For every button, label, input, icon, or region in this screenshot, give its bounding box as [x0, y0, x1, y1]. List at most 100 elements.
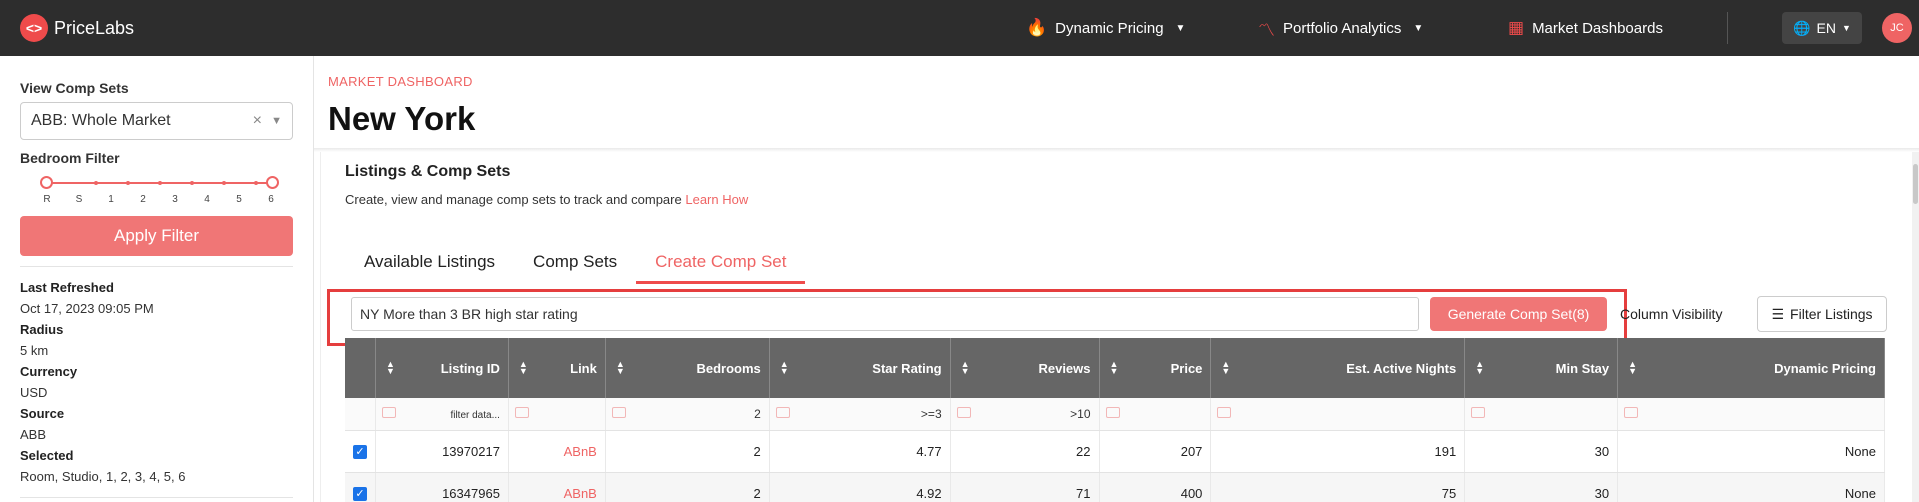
- logo-icon: <>: [20, 14, 48, 42]
- comp-set-select[interactable]: ABB: Whole Market × ▼: [20, 102, 293, 140]
- sort-icon[interactable]: ▲ ▼: [1221, 360, 1230, 376]
- nav-dynamic-pricing[interactable]: 🔥 Dynamic Pricing ▼: [1026, 0, 1185, 56]
- listing-link[interactable]: ABnB: [508, 430, 606, 473]
- slider-tick: 5: [236, 194, 242, 205]
- filter-cell[interactable]: >10: [950, 398, 1100, 431]
- globe-icon: 🌐: [1793, 19, 1811, 36]
- panel-title: Listings & Comp Sets: [345, 163, 511, 180]
- col-header-select: [345, 338, 376, 398]
- info-value: USD: [20, 385, 48, 400]
- slider-tick: R: [43, 194, 51, 205]
- nav-portfolio-analytics-label: Portfolio Analytics: [1283, 19, 1402, 37]
- chevron-down-icon[interactable]: ▼: [271, 115, 282, 127]
- nav-market-dashboards-label: Market Dashboards: [1532, 19, 1663, 37]
- table-cell: 13970217: [375, 430, 509, 473]
- filter-operator-icon[interactable]: [956, 407, 971, 418]
- slider-min-handle[interactable]: [40, 176, 53, 189]
- generate-comp-set-button[interactable]: Generate Comp Set(8): [1430, 297, 1607, 331]
- language-selector[interactable]: 🌐 EN ▼: [1782, 12, 1862, 44]
- nav-divider: [1727, 12, 1728, 44]
- filter-operator-icon[interactable]: [382, 407, 396, 418]
- filter-operator-icon[interactable]: [1105, 407, 1120, 418]
- filter-cell[interactable]: 2: [605, 398, 770, 431]
- sort-icon[interactable]: ▲ ▼: [616, 360, 625, 376]
- slider-step: [222, 181, 226, 185]
- col-header[interactable]: ▲ ▼ Est. Active Nights: [1210, 338, 1466, 398]
- slider-tick: 2: [140, 194, 146, 205]
- sort-icon[interactable]: ▲ ▼: [519, 360, 528, 376]
- col-header[interactable]: ▲ ▼ Link: [508, 338, 606, 398]
- table-row[interactable]: ✓ 13970217 ABnB 2 4.77 22 207 191 30 Non…: [345, 430, 1885, 473]
- col-header[interactable]: ▲ ▼ Bedrooms: [605, 338, 770, 398]
- table-header-row: ▲ ▼ Listing ID ▲ ▼ Link ▲ ▼ Bedrooms ▲ ▼ Star Ra…: [345, 338, 1885, 398]
- table-cell: 2: [605, 472, 770, 502]
- filter-cell[interactable]: [1099, 398, 1212, 431]
- table-cell: 4.92: [769, 472, 951, 502]
- table-cell: 16347965: [375, 472, 509, 502]
- col-header[interactable]: ▲ ▼ Dynamic Pricing: [1617, 338, 1885, 398]
- sort-icon[interactable]: ▲ ▼: [1110, 360, 1119, 376]
- col-header[interactable]: ▲ ▼ Price: [1099, 338, 1212, 398]
- tab-comp-sets[interactable]: Comp Sets: [514, 242, 636, 282]
- filter-cell[interactable]: >=3: [769, 398, 951, 431]
- sort-icon[interactable]: ▲ ▼: [1628, 360, 1637, 376]
- listing-link[interactable]: ABnB: [508, 472, 606, 502]
- top-navbar: <> PriceLabs 🔥 Dynamic Pricing ▼ 〽 Portf…: [0, 0, 1919, 56]
- filter-operator-icon[interactable]: [1624, 407, 1639, 418]
- filter-operator-icon[interactable]: [611, 407, 626, 418]
- caret-down-icon: ▼: [1413, 22, 1424, 34]
- col-header[interactable]: ▲ ▼ Star Rating: [769, 338, 951, 398]
- table-row[interactable]: ✓ 16347965 ABnB 2 4.92 71 400 75 30 None: [345, 472, 1885, 502]
- sort-icon[interactable]: ▲ ▼: [780, 360, 789, 376]
- filter-cell[interactable]: [508, 398, 606, 431]
- filter-listings-button[interactable]: ☰ Filter Listings: [1757, 296, 1887, 332]
- user-avatar[interactable]: JC: [1882, 13, 1912, 43]
- tab-create-comp-set[interactable]: Create Comp Set: [636, 242, 806, 284]
- info-key: Selected: [20, 448, 74, 463]
- bedroom-range-slider[interactable]: R S 1 2 3 4 5 6: [20, 172, 293, 212]
- learn-how-link[interactable]: Learn How: [685, 192, 748, 207]
- info-key: Radius: [20, 322, 64, 337]
- row-checkbox[interactable]: ✓: [345, 472, 376, 502]
- tab-available-listings[interactable]: Available Listings: [345, 242, 514, 282]
- info-value: 5 km: [20, 343, 49, 358]
- checkbox-checked-icon[interactable]: ✓: [353, 444, 367, 459]
- slider-max-handle[interactable]: [266, 176, 279, 189]
- sidebar: View Comp Sets ABB: Whole Market × ▼ Bed…: [0, 56, 314, 502]
- page-scrollbar[interactable]: [1912, 152, 1919, 502]
- slider-tick: 6: [268, 194, 274, 205]
- caret-down-icon: ▼: [1841, 23, 1851, 33]
- clear-icon[interactable]: ×: [253, 112, 262, 130]
- column-visibility-button[interactable]: Column Visibility: [1620, 297, 1722, 331]
- filter-operator-icon[interactable]: [1471, 407, 1486, 418]
- comp-set-name-input[interactable]: [351, 297, 1419, 331]
- col-header[interactable]: ▲ ▼ Reviews: [950, 338, 1100, 398]
- col-header[interactable]: ▲ ▼ Min Stay: [1464, 338, 1619, 398]
- nav-portfolio-analytics[interactable]: 〽 Portfolio Analytics ▼: [1258, 0, 1423, 56]
- apply-filter-button[interactable]: Apply Filter: [20, 216, 293, 256]
- tab-bar: Available Listings Comp Sets Create Comp…: [345, 242, 806, 284]
- slider-step: [190, 181, 194, 185]
- table-cell: 71: [950, 472, 1100, 502]
- filter-operator-icon[interactable]: [1217, 407, 1232, 418]
- sort-icon[interactable]: ▲ ▼: [386, 360, 395, 376]
- pricelabs-logo[interactable]: <> PriceLabs: [20, 14, 134, 42]
- filter-cell[interactable]: [1617, 398, 1885, 431]
- filter-cell[interactable]: [1464, 398, 1619, 431]
- slider-tick: 4: [204, 194, 210, 205]
- col-header[interactable]: ▲ ▼ Listing ID: [375, 338, 509, 398]
- filter-operator-icon[interactable]: [775, 407, 790, 418]
- nav-dynamic-pricing-label: Dynamic Pricing: [1055, 19, 1164, 37]
- filter-cell[interactable]: filter data...: [375, 398, 509, 431]
- sort-icon[interactable]: ▲ ▼: [1475, 360, 1484, 376]
- filter-operator-icon[interactable]: [514, 407, 529, 418]
- listings-table: ▲ ▼ Listing ID ▲ ▼ Link ▲ ▼ Bedrooms ▲ ▼ Star Ra…: [345, 338, 1885, 502]
- checkbox-checked-icon[interactable]: ✓: [353, 486, 367, 501]
- nav-market-dashboards[interactable]: ▦ Market Dashboards: [1508, 0, 1663, 56]
- filter-cell[interactable]: [1210, 398, 1466, 431]
- slider-track: [46, 182, 267, 184]
- sort-icon[interactable]: ▲ ▼: [961, 360, 970, 376]
- market-info: Last Refreshed Oct 17, 2023 09:05 PM Rad…: [20, 277, 293, 487]
- info-value: ABB: [20, 427, 47, 442]
- row-checkbox[interactable]: ✓: [345, 430, 376, 473]
